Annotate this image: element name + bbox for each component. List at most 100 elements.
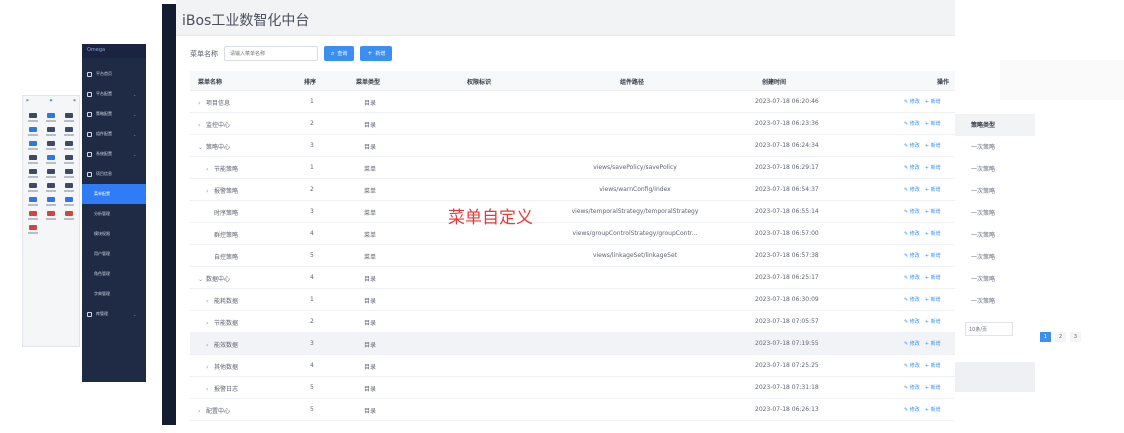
- chevron-down-icon[interactable]: ⌄: [198, 276, 206, 283]
- edit-link[interactable]: ✎ 修改: [904, 253, 920, 259]
- table-row[interactable]: › 报警策略 2 菜单 views/warnConfig/index 2023-0…: [190, 179, 955, 201]
- edit-link[interactable]: ✎ 修改: [904, 121, 920, 127]
- table-row[interactable]: ⌄ 数据中心 4 目录 2023-07-18 06:25:17 ✎ 修改 + 新增: [190, 267, 955, 289]
- sidebar-item[interactable]: 角色管理: [82, 264, 146, 284]
- add-link[interactable]: + 新增: [925, 385, 941, 391]
- sidebar-item[interactable]: 组件配置 ⌄: [82, 124, 146, 144]
- edit-link[interactable]: ✎ 修改: [904, 407, 920, 413]
- table-row[interactable]: ⌄ 策略中心 3 目录 2023-07-18 06:24:34 ✎ 修改 + 新增: [190, 135, 955, 157]
- table-row[interactable]: › 监控中心 2 目录 2023-07-18 06:23:36 ✎ 修改 + 新增: [190, 113, 955, 135]
- edit-link[interactable]: ✎ 修改: [904, 363, 920, 369]
- add-link[interactable]: + 新增: [925, 297, 941, 303]
- sidebar-item[interactable]: 策略配置 ⌄: [82, 104, 146, 124]
- sidebar-item[interactable]: 字典管理: [82, 284, 146, 304]
- chevron-right-icon[interactable]: ›: [206, 342, 214, 349]
- palette-item[interactable]: [61, 197, 76, 208]
- chevron-right-icon[interactable]: ›: [198, 100, 206, 107]
- add-link[interactable]: + 新增: [925, 319, 941, 325]
- sidebar-item[interactable]: 系统配置 ⌄: [82, 144, 146, 164]
- add-link[interactable]: + 新增: [925, 99, 941, 105]
- table-row[interactable]: › 节能数据 2 目录 2023-07-18 07:05:57 ✎ 修改 + 新增: [190, 311, 955, 333]
- sidebar-item[interactable]: 模块权限: [82, 224, 146, 244]
- add-link[interactable]: + 新增: [925, 275, 941, 281]
- palette-item[interactable]: [44, 141, 59, 152]
- palette-item[interactable]: [61, 127, 76, 138]
- add-button[interactable]: + 新增: [360, 46, 393, 61]
- sidebar-item[interactable]: 平台配置 ⌄: [82, 84, 146, 104]
- search-button[interactable]: ⌕ 查询: [324, 46, 355, 61]
- palette-item[interactable]: [26, 211, 41, 222]
- edit-link[interactable]: ✎ 修改: [904, 209, 920, 215]
- palette-item[interactable]: [44, 155, 59, 166]
- chevron-right-icon[interactable]: ›: [206, 188, 214, 195]
- palette-item[interactable]: [44, 169, 59, 180]
- palette-item[interactable]: [61, 113, 76, 124]
- page-button[interactable]: 2: [1055, 332, 1066, 342]
- add-link[interactable]: + 新增: [925, 363, 941, 369]
- edit-link[interactable]: ✎ 修改: [904, 297, 920, 303]
- edit-link[interactable]: ✎ 修改: [904, 165, 920, 171]
- chevron-right-icon[interactable]: ›: [198, 408, 206, 415]
- chevron-right-icon[interactable]: ›: [206, 166, 214, 173]
- editor-tab[interactable]: ▣: [73, 98, 76, 102]
- edit-link[interactable]: ✎ 修改: [904, 231, 920, 237]
- add-link[interactable]: + 新增: [925, 143, 941, 149]
- table-row[interactable]: 自控策略 5 菜单 views/linkageSet/linkageSet 20…: [190, 245, 955, 267]
- palette-item[interactable]: [44, 113, 59, 124]
- sidebar-item[interactable]: 项目信息: [82, 164, 146, 184]
- table-row[interactable]: › 节能策略 1 菜单 views/savePolicy/savePolicy 2…: [190, 157, 955, 179]
- palette-item[interactable]: [61, 155, 76, 166]
- edit-link[interactable]: ✎ 修改: [904, 341, 920, 347]
- table-row[interactable]: 群控策略 4 菜单 views/groupControlStrategy/gro…: [190, 223, 955, 245]
- add-link[interactable]: + 新增: [925, 231, 941, 237]
- editor-tab[interactable]: ▣: [50, 98, 53, 102]
- add-link[interactable]: + 新增: [925, 253, 941, 259]
- editor-tab[interactable]: ▣: [26, 98, 29, 102]
- table-row[interactable]: 时序策略 3 菜单 views/temporalStrategy/tempora…: [190, 201, 955, 223]
- page-size-select[interactable]: 10条/页: [965, 322, 1013, 336]
- add-link[interactable]: + 新增: [925, 209, 941, 215]
- chevron-right-icon[interactable]: ›: [198, 122, 206, 129]
- palette-item[interactable]: [44, 211, 59, 222]
- table-row-hovered[interactable]: › 能效数据 3 目录 2023-07-18 07:19:55 ✎ 修改 + 新增: [190, 333, 955, 355]
- palette-item[interactable]: [61, 211, 76, 222]
- palette-item[interactable]: [61, 183, 76, 194]
- add-link[interactable]: + 新增: [925, 165, 941, 171]
- page-button-current[interactable]: 1: [1040, 332, 1051, 342]
- edit-link[interactable]: ✎ 修改: [904, 143, 920, 149]
- table-row[interactable]: › 项目信息 1 目录 2023-07-18 06:20:46 ✎ 修改 + 新增: [190, 91, 955, 113]
- palette-item[interactable]: [26, 183, 41, 194]
- chevron-right-icon[interactable]: ›: [206, 364, 214, 371]
- palette-item[interactable]: [61, 141, 76, 152]
- edit-link[interactable]: ✎ 修改: [904, 275, 920, 281]
- table-row[interactable]: › 配置中心 5 目录 2023-07-18 06:26:13 ✎ 修改 + 新增: [190, 399, 955, 421]
- add-link[interactable]: + 新增: [925, 407, 941, 413]
- add-link[interactable]: + 新增: [925, 187, 941, 193]
- edit-link[interactable]: ✎ 修改: [904, 187, 920, 193]
- search-input[interactable]: [224, 46, 318, 61]
- palette-item[interactable]: [26, 225, 41, 236]
- chevron-right-icon[interactable]: ›: [206, 298, 214, 305]
- chevron-right-icon[interactable]: ›: [206, 386, 214, 393]
- palette-item[interactable]: [26, 155, 41, 166]
- add-link[interactable]: + 新增: [925, 341, 941, 347]
- palette-item[interactable]: [26, 113, 41, 124]
- table-row[interactable]: › 报警日志 5 目录 2023-07-18 07:31:18 ✎ 修改 + 新增: [190, 377, 955, 399]
- edit-link[interactable]: ✎ 修改: [904, 319, 920, 325]
- edit-link[interactable]: ✎ 修改: [904, 99, 920, 105]
- palette-item[interactable]: [44, 183, 59, 194]
- add-link[interactable]: + 新增: [925, 121, 941, 127]
- palette-item[interactable]: [61, 169, 76, 180]
- palette-item[interactable]: [26, 169, 41, 180]
- palette-item[interactable]: [26, 127, 41, 138]
- palette-item[interactable]: [26, 197, 41, 208]
- palette-item[interactable]: [44, 197, 59, 208]
- palette-item[interactable]: [26, 141, 41, 152]
- sidebar-item[interactable]: 用户管理: [82, 244, 146, 264]
- sidebar-item[interactable]: 分析管理: [82, 204, 146, 224]
- chevron-down-icon[interactable]: ⌄: [198, 144, 206, 151]
- sidebar-item[interactable]: 库管理 ⌄: [82, 304, 146, 324]
- page-button[interactable]: 3: [1070, 332, 1081, 342]
- sidebar-item-active[interactable]: 菜单配置: [82, 184, 146, 204]
- palette-item[interactable]: [44, 127, 59, 138]
